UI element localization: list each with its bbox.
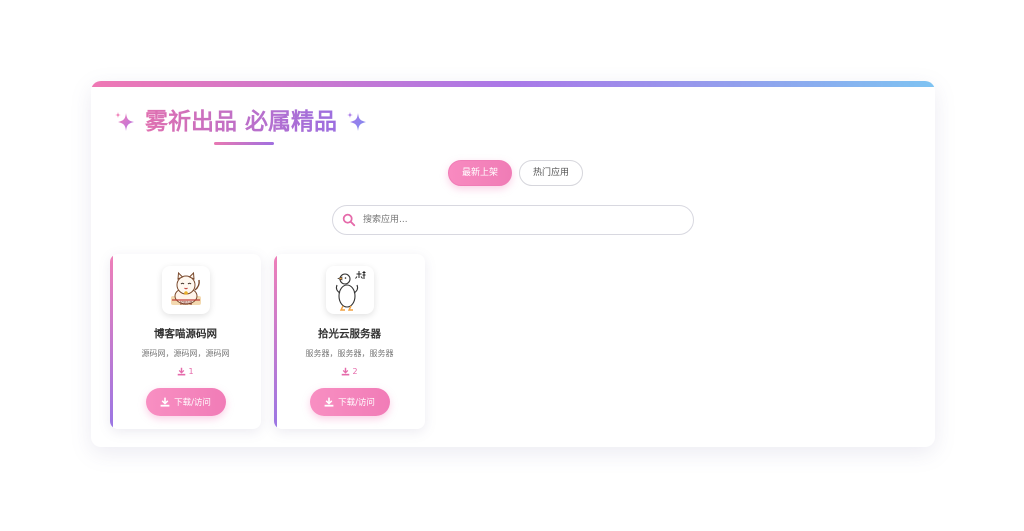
tab-bar: 最新上架 热门应用 [448, 160, 584, 186]
download-count-value: 1 [188, 367, 194, 376]
app-store-panel: 雾祈出品 必属精品 最新上架 热门应用 搜索应用... 招财喵 博客喵源码网 源… [91, 81, 935, 447]
svg-text:招财喵: 招财喵 [179, 300, 192, 307]
download-icon [160, 397, 170, 407]
page-title: 雾祈出品 必属精品 [145, 109, 338, 135]
app-card: 招财喵 博客喵源码网 源码网，源码网，源码网 1 下载/访问 [110, 254, 261, 429]
app-logo: 招财喵 [161, 266, 210, 314]
download-count: 2 [274, 367, 425, 376]
download-icon [324, 397, 334, 407]
title-underline [214, 142, 274, 145]
sparkle-icon [347, 112, 367, 131]
sparkle-icon [115, 112, 134, 131]
download-button[interactable]: 下载/访问 [309, 388, 390, 416]
download-count-value: 2 [352, 367, 358, 376]
goose-icon [335, 271, 365, 311]
lucky-cat-icon: 招财喵 [170, 271, 201, 307]
gradient-top-bar [91, 81, 935, 87]
app-name: 拾光云服务器 [318, 328, 381, 340]
app-description: 源码网，源码网，源码网 [141, 349, 230, 358]
download-button[interactable]: 下载/访问 [145, 388, 226, 416]
search-icon [342, 213, 356, 227]
tab-newest[interactable]: 最新上架 [448, 160, 513, 186]
app-logo [325, 266, 374, 314]
download-count-icon [342, 367, 350, 376]
app-card: 拾光云服务器 服务器，服务器，服务器 2 下载/访问 [274, 254, 425, 429]
tab-popular[interactable]: 热门应用 [519, 160, 584, 186]
app-name: 博客喵源码网 [154, 328, 217, 340]
search-bar [332, 205, 694, 235]
download-count: 1 [110, 367, 261, 376]
download-count-icon [178, 367, 186, 376]
download-button-label: 下载/访问 [338, 398, 375, 408]
app-description: 服务器，服务器，服务器 [305, 349, 394, 358]
search-input[interactable] [363, 207, 683, 233]
page-header: 雾祈出品 必属精品 [113, 107, 369, 137]
download-button-label: 下载/访问 [174, 398, 211, 408]
